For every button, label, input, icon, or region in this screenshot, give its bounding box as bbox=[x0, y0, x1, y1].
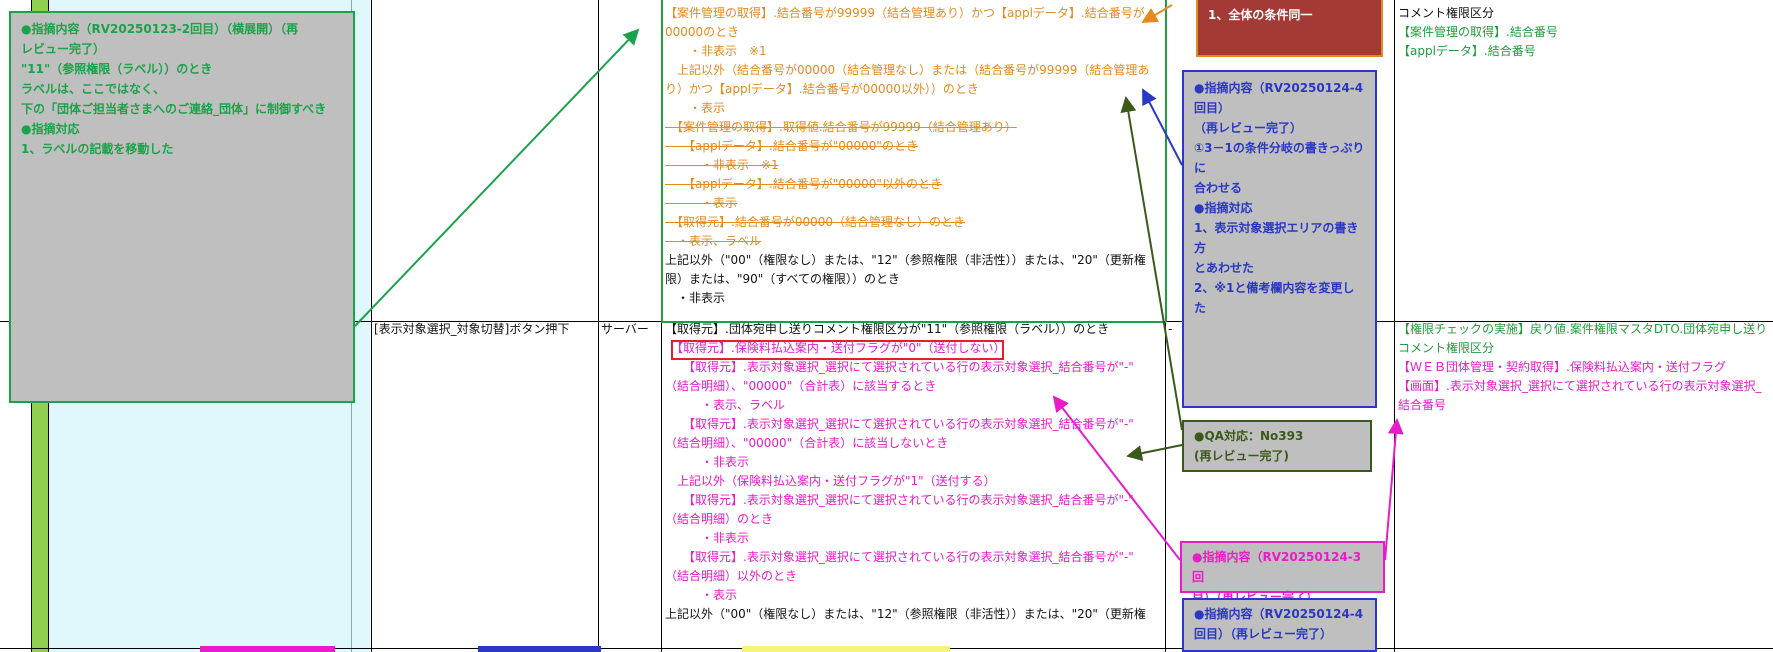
sheet-tab[interactable] bbox=[742, 646, 950, 652]
sheet-tab[interactable] bbox=[478, 646, 601, 652]
pink-arrow-left bbox=[1052, 395, 1181, 561]
green-arrow bbox=[354, 28, 640, 327]
sheet-tab[interactable] bbox=[200, 646, 335, 652]
olive-arrow-left bbox=[1126, 444, 1183, 462]
connector-arrows bbox=[354, 4, 1404, 561]
orange-arrow bbox=[1141, 4, 1173, 24]
blue-arrow bbox=[1142, 88, 1183, 166]
pink-arrow-right bbox=[1384, 418, 1404, 561]
